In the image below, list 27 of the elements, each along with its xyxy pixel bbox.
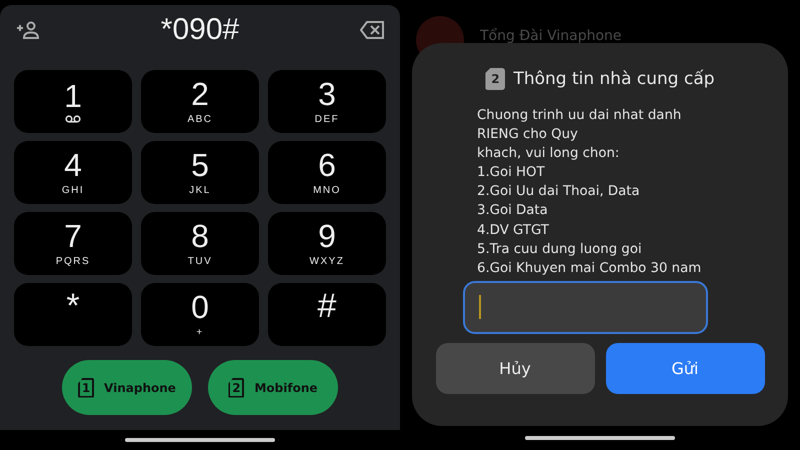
cancel-button[interactable]: Hủy [436, 342, 594, 394]
add-contact-icon[interactable] [16, 21, 40, 39]
call-sim-button[interactable]: 2 Mobifone [208, 360, 338, 415]
dial-key[interactable]: * [14, 283, 132, 346]
dial-key[interactable]: 9 WXYZ [268, 212, 386, 275]
dialog-title: Thông tin nhà cung cấp [513, 69, 715, 89]
dial-key[interactable]: 4 GHI [14, 141, 132, 204]
dial-key[interactable]: 3 DEF [268, 70, 386, 133]
send-button[interactable]: Gửi [606, 342, 764, 394]
sim-card-icon: 2 [485, 68, 506, 90]
sim-card-icon: 1 [78, 378, 94, 398]
dialed-number: *090# [160, 13, 240, 47]
dial-key[interactable]: 7 PQRS [14, 212, 132, 275]
contact-name: Tổng Đài Vinaphone [480, 28, 622, 44]
dial-key[interactable]: 6 MNO [268, 141, 386, 204]
dial-key[interactable]: 1 [14, 70, 132, 133]
reply-input-field[interactable] [462, 280, 708, 334]
dial-key[interactable]: 2 ABC [141, 70, 259, 133]
voicemail-icon [65, 115, 81, 123]
dial-key[interactable]: 8 TUV [141, 212, 259, 275]
dial-key[interactable]: 0 + [141, 283, 259, 346]
ussd-message: Chuong trinh uu dai nhat danh RIENG cho Quy khach, vui long chon: 1.Goi HOT 2.Goi Uu dai Thoai, Data 3.Goi Data 4.DV GTGT 5.Tra cuu dung luong goi 6.Goi Khuyen mai Combo 30 nam [477, 107, 702, 278]
sim-card-icon: 2 [228, 378, 244, 398]
backspace-icon[interactable] [360, 21, 384, 39]
dial-key[interactable]: # [268, 283, 386, 346]
call-sim-button[interactable]: 1 Vinaphone [62, 360, 192, 415]
dial-key[interactable]: 5 JKL [141, 141, 259, 204]
